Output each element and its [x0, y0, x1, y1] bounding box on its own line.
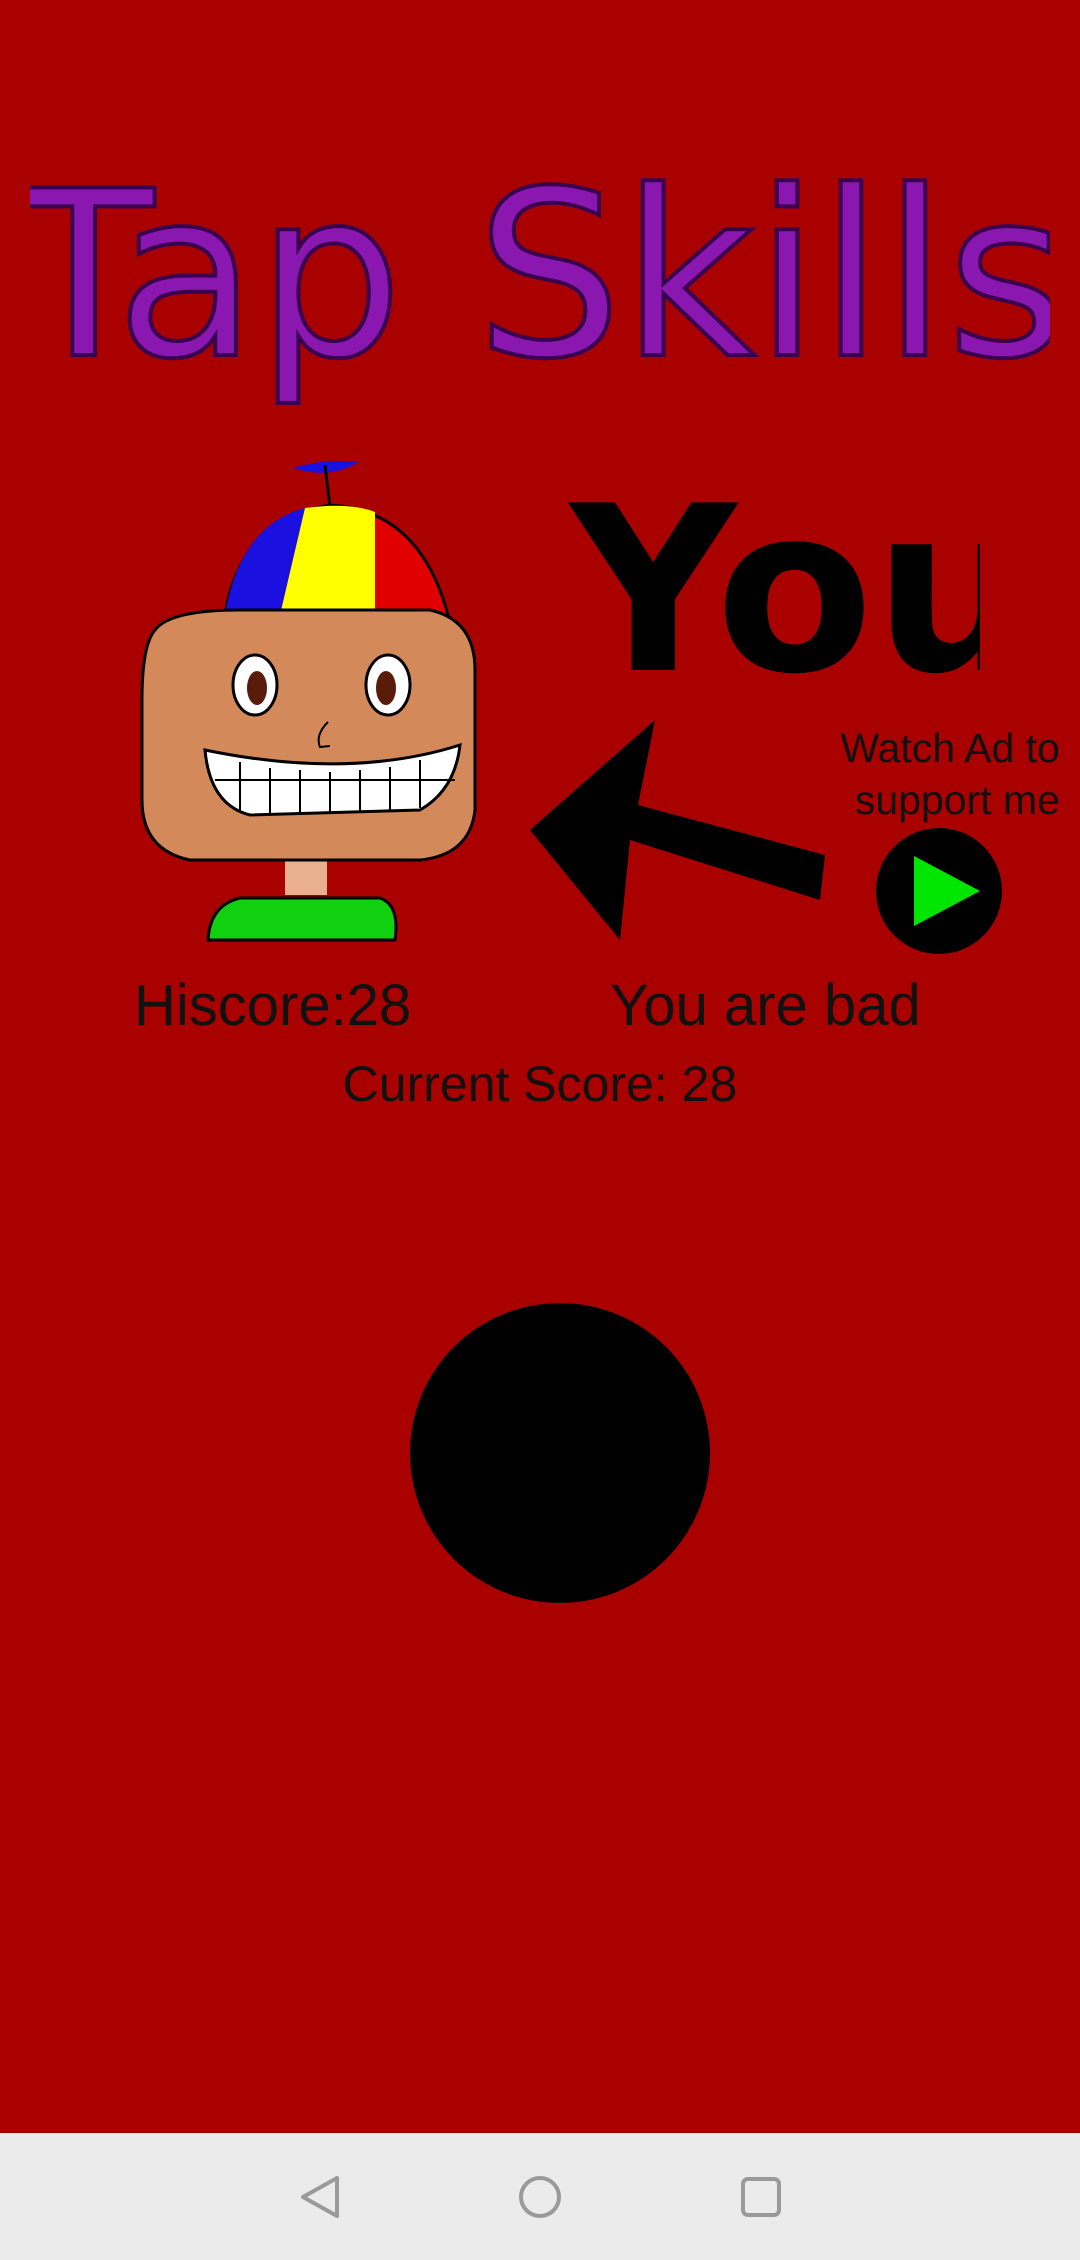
you-label-text: You — [567, 458, 980, 700]
play-icon — [914, 856, 980, 926]
tap-target-circle[interactable] — [410, 1303, 710, 1603]
watch-ad-label-line1: Watch Ad to — [840, 725, 1060, 771]
character-avatar — [140, 460, 477, 942]
current-score-text: Current Score: 28 — [342, 1056, 738, 1112]
watch-ad-label-line2: support me — [854, 777, 1060, 823]
watch-ad-button[interactable] — [876, 828, 1002, 954]
arrow-icon — [530, 720, 825, 940]
game-area: Tap Skills You Watch Ad to support me Hi… — [0, 0, 1080, 2133]
nav-home-button[interactable] — [513, 2170, 567, 2224]
watch-ad-label: Watch Ad to support me — [800, 722, 1060, 826]
nav-recents-button[interactable] — [734, 2170, 788, 2224]
app-title: Tap Skills — [30, 141, 1050, 412]
home-circle-icon — [519, 2176, 561, 2218]
hiscore-text: Hiscore:28 — [134, 973, 412, 1038]
you-label: You — [567, 458, 980, 700]
nav-back-button[interactable] — [293, 2170, 347, 2224]
taunt-text: You are bad — [610, 973, 921, 1038]
app-title-text: Tap Skills — [30, 143, 1050, 410]
recents-square-icon — [741, 2177, 781, 2217]
back-triangle-icon — [301, 2176, 339, 2218]
